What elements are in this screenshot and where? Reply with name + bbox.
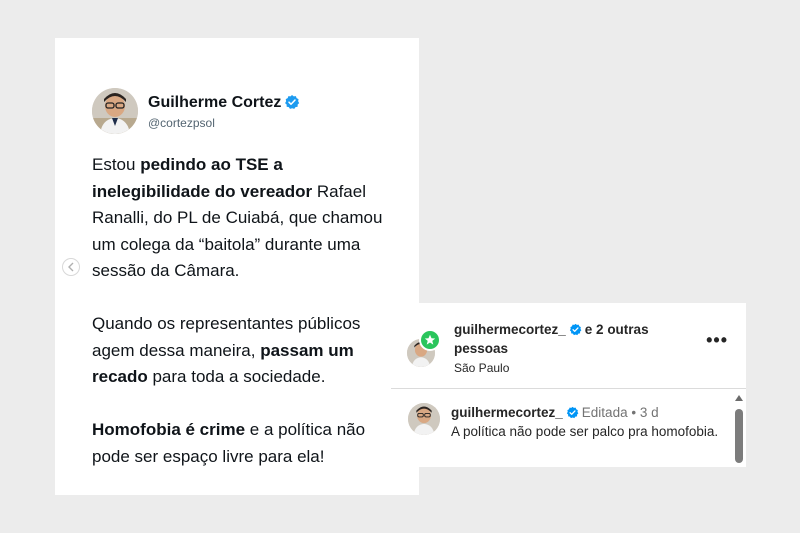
verified-icon: [566, 406, 579, 419]
comment-meta: guilhermecortez_ Editada • 3 d: [451, 404, 721, 422]
comment-timestamp[interactable]: 3 d: [640, 405, 659, 420]
tweet-card: Guilherme Cortez @cortezpsol Estou pedin…: [55, 38, 419, 495]
scrollbar-thumb[interactable]: [735, 409, 743, 463]
instagram-post-card: guilhermecortez_ e 2 outras pessoas São …: [391, 303, 746, 467]
profile-photo: [92, 88, 138, 134]
avatar[interactable]: [408, 403, 440, 435]
tweet-text-segment: para toda a sociedade.: [147, 367, 326, 386]
post-header-text: guilhermecortez_ e 2 outras pessoas São …: [454, 320, 669, 377]
tweet-paragraph-3: Homofobia é crime e a política não pode …: [92, 417, 392, 470]
edited-label: Editada: [581, 405, 628, 420]
post-location[interactable]: São Paulo: [454, 359, 669, 377]
verified-icon: [285, 95, 300, 109]
comment-username[interactable]: guilhermecortez_: [451, 405, 563, 420]
collab-badge-icon: [419, 329, 441, 351]
tweet-header: Guilherme Cortez @cortezpsol: [92, 88, 402, 134]
post-header: guilhermecortez_ e 2 outras pessoas São …: [391, 303, 746, 388]
caption-comment: guilhermecortez_ Editada • 3 d A polític…: [391, 389, 731, 467]
scroll-up-icon[interactable]: [735, 395, 743, 401]
tweet-paragraph-1: Estou pedindo ao TSE a inelegibilidade d…: [92, 152, 392, 285]
tweet-paragraph-2: Quando os representantes públicos agem d…: [92, 311, 392, 391]
scrollbar[interactable]: [732, 389, 746, 467]
author-handle[interactable]: @cortezpsol: [148, 116, 215, 130]
post-authors: guilhermecortez_ e 2 outras pessoas: [454, 320, 669, 358]
star-icon: [424, 334, 436, 345]
avatar[interactable]: [92, 88, 138, 134]
author-name-text: Guilherme Cortez: [148, 94, 282, 111]
carousel-prev-button[interactable]: [62, 258, 80, 276]
profile-photo: [408, 403, 440, 435]
more-options-icon[interactable]: •••: [706, 331, 728, 349]
meta-separator: •: [631, 405, 637, 420]
collab-avatars[interactable]: [405, 329, 441, 369]
comment-body: guilhermecortez_ Editada • 3 d A polític…: [451, 404, 721, 441]
tweet-text: Estou pedindo ao TSE a inelegibilidade d…: [92, 152, 392, 497]
chevron-left-icon: [68, 262, 74, 272]
comment-text: A política não pode ser palco pra homofo…: [451, 424, 719, 439]
verified-icon: [569, 323, 582, 336]
tweet-text-segment: Estou: [92, 155, 141, 174]
author-name[interactable]: Guilherme Cortez: [148, 94, 300, 112]
tweet-text-bold-segment: Homofobia é crime: [92, 420, 246, 439]
header-username[interactable]: guilhermecortez_: [454, 322, 566, 337]
